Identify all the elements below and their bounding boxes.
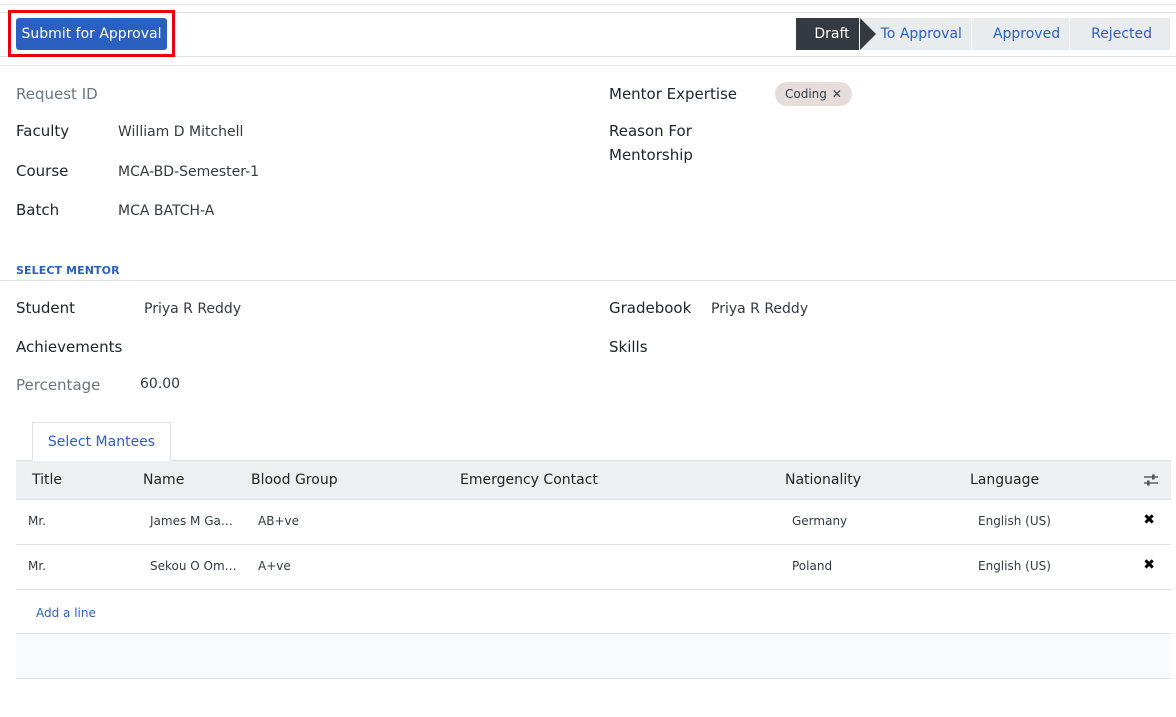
column-header-title[interactable]: Title bbox=[32, 472, 62, 488]
cell-name[interactable]: Sekou O Om… bbox=[150, 559, 237, 573]
add-a-line-link[interactable]: Add a line bbox=[36, 606, 96, 620]
course-label: Course bbox=[16, 162, 69, 180]
cell-name[interactable]: James M Ga… bbox=[150, 514, 233, 528]
column-header-emergency-contact[interactable]: Emergency Contact bbox=[460, 472, 598, 488]
submit-for-approval-button[interactable]: Submit for Approval bbox=[16, 18, 167, 50]
empty-row bbox=[16, 634, 1171, 679]
close-icon[interactable]: ✕ bbox=[832, 87, 842, 101]
stage-pipeline: Draft To Approval Approved Rejected bbox=[796, 18, 1170, 50]
student-field[interactable]: Priya R Reddy bbox=[144, 301, 241, 317]
delete-x-icon[interactable]: ✖ bbox=[1143, 512, 1155, 528]
gradebook-field[interactable]: Priya R Reddy bbox=[711, 301, 808, 317]
achievements-label: Achievements bbox=[16, 338, 123, 356]
header-divider bbox=[0, 65, 1176, 66]
add-line-row: Add a line bbox=[16, 590, 1171, 634]
student-label: Student bbox=[16, 299, 76, 317]
faculty-label: Faculty bbox=[16, 122, 70, 140]
cell-nationality[interactable]: Poland bbox=[792, 559, 832, 573]
course-field[interactable]: MCA-BD-Semester-1 bbox=[118, 164, 259, 180]
column-header-nationality[interactable]: Nationality bbox=[785, 472, 861, 488]
batch-label: Batch bbox=[16, 201, 60, 219]
expertise-tag: Coding ✕ bbox=[775, 82, 852, 106]
table-row[interactable]: Mr. James M Ga… AB+ve Germany English (U… bbox=[16, 500, 1171, 545]
cell-title[interactable]: Mr. bbox=[28, 559, 46, 573]
column-header-blood-group[interactable]: Blood Group bbox=[251, 472, 338, 488]
reason-label-line2: Mentorship bbox=[609, 146, 693, 164]
sliders-icon[interactable] bbox=[1143, 473, 1159, 487]
cell-language[interactable]: English (US) bbox=[978, 514, 1051, 528]
gradebook-label: Gradebook bbox=[609, 299, 692, 317]
cell-blood-group[interactable]: AB+ve bbox=[258, 514, 299, 528]
table-row[interactable]: Mr. Sekou O Om… A+ve Poland English (US)… bbox=[16, 545, 1171, 590]
cell-blood-group[interactable]: A+ve bbox=[258, 559, 291, 573]
table-header: Title Name Blood Group Emergency Contact… bbox=[16, 460, 1171, 500]
cell-language[interactable]: English (US) bbox=[978, 559, 1051, 573]
column-header-language[interactable]: Language bbox=[970, 472, 1039, 488]
section-title-select-mentor: SELECT MENTOR bbox=[16, 264, 120, 277]
skills-label: Skills bbox=[609, 338, 648, 356]
column-header-name[interactable]: Name bbox=[143, 472, 184, 488]
stage-draft[interactable]: Draft bbox=[796, 18, 876, 50]
tab-select-mantees[interactable]: Select Mantees bbox=[32, 422, 171, 461]
batch-field[interactable]: MCA BATCH-A bbox=[118, 203, 214, 219]
percentage-field[interactable]: 60.00 bbox=[140, 376, 180, 392]
faculty-field[interactable]: William D Mitchell bbox=[118, 124, 243, 140]
mentor-expertise-label: Mentor Expertise bbox=[609, 85, 738, 103]
cell-nationality[interactable]: Germany bbox=[792, 514, 847, 528]
section-divider bbox=[0, 280, 1176, 281]
percentage-label: Percentage bbox=[16, 376, 101, 394]
expertise-tag-label: Coding bbox=[785, 87, 827, 101]
cell-title[interactable]: Mr. bbox=[28, 514, 46, 528]
reason-label-line1: Reason For bbox=[609, 122, 692, 140]
top-divider bbox=[0, 4, 1176, 5]
request-id-label: Request ID bbox=[16, 85, 98, 103]
delete-x-icon[interactable]: ✖ bbox=[1143, 557, 1155, 573]
